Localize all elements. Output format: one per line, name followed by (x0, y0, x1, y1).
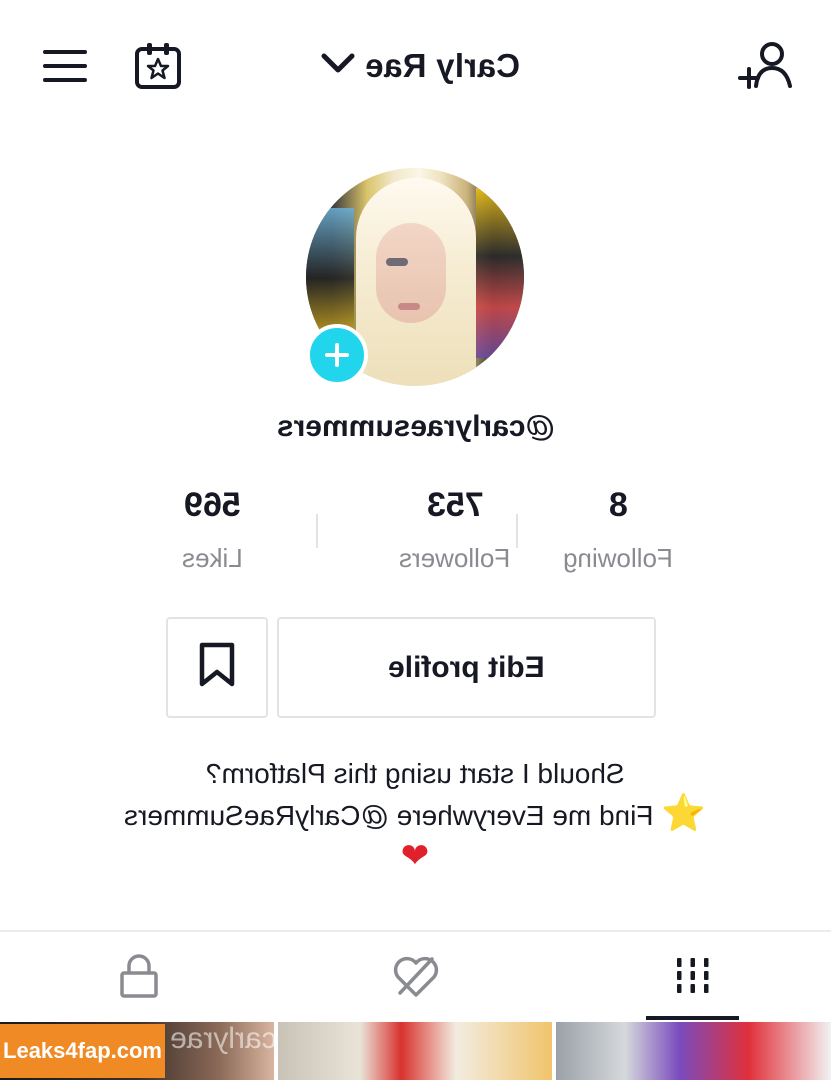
account-name: Carly Rae (364, 47, 520, 84)
top-bar: Carly Rae (0, 0, 831, 130)
username: @carlyraesummers (276, 410, 555, 443)
username-container: @carlyraesummers (0, 410, 831, 444)
profile-stats: 569 Likes 753 Followers 8 Following (140, 486, 730, 586)
bookmark-button[interactable] (166, 617, 268, 718)
video-thumbnail[interactable] (556, 1022, 831, 1080)
tab-videos[interactable] (554, 932, 831, 1024)
calendar-star-icon[interactable] (126, 34, 190, 98)
edit-profile-label: Edit profile (388, 650, 545, 684)
followers-label: Followers (399, 543, 511, 573)
liked-hidden-icon (390, 953, 442, 1004)
avatar-eye (386, 258, 408, 266)
plus-icon[interactable] (306, 324, 368, 386)
watermark-text: Leaks4fap.com (3, 1038, 162, 1063)
stat-divider (316, 514, 318, 548)
followers-count: 753 (426, 486, 484, 524)
video-thumbnail[interactable] (278, 1022, 552, 1080)
active-tab-indicator (646, 1016, 739, 1020)
avatar-lips (398, 303, 420, 310)
heart-emoji: ❤ (400, 836, 430, 876)
tab-liked[interactable] (277, 932, 554, 1024)
following-count: 8 (608, 486, 628, 524)
likes-count: 569 (183, 486, 241, 524)
profile-avatar-container[interactable] (306, 168, 524, 386)
chevron-down-icon (321, 53, 355, 80)
add-user-icon[interactable] (730, 34, 802, 98)
profile-bio: Should I start using this Platform? Find… (80, 754, 750, 878)
star-emoji: ⭐ (661, 793, 707, 834)
tab-private[interactable] (0, 932, 277, 1024)
following-label: Following (563, 543, 673, 573)
hamburger-menu-icon[interactable] (30, 36, 100, 96)
avatar-background-right (476, 188, 524, 358)
bookmark-icon (197, 642, 237, 693)
likes-label: Likes (181, 543, 243, 573)
thumbnail-caption: carlyrae (170, 1022, 274, 1055)
bio-line-2: Find me Everywhere @CarlyRaeSummers (123, 800, 654, 831)
watermark: Leaks4fap.com (0, 1024, 165, 1078)
profile-tabs (0, 930, 831, 1022)
lock-icon (119, 953, 159, 1004)
edit-profile-button[interactable]: Edit profile (277, 617, 656, 718)
account-switcher[interactable]: Carly Rae (300, 38, 540, 94)
grid-icon (673, 956, 713, 1001)
stat-likes[interactable]: 569 Likes (112, 486, 312, 574)
stat-following[interactable]: 8 Following (518, 486, 718, 574)
bio-line-1: Should I start using this Platform? (205, 758, 625, 789)
